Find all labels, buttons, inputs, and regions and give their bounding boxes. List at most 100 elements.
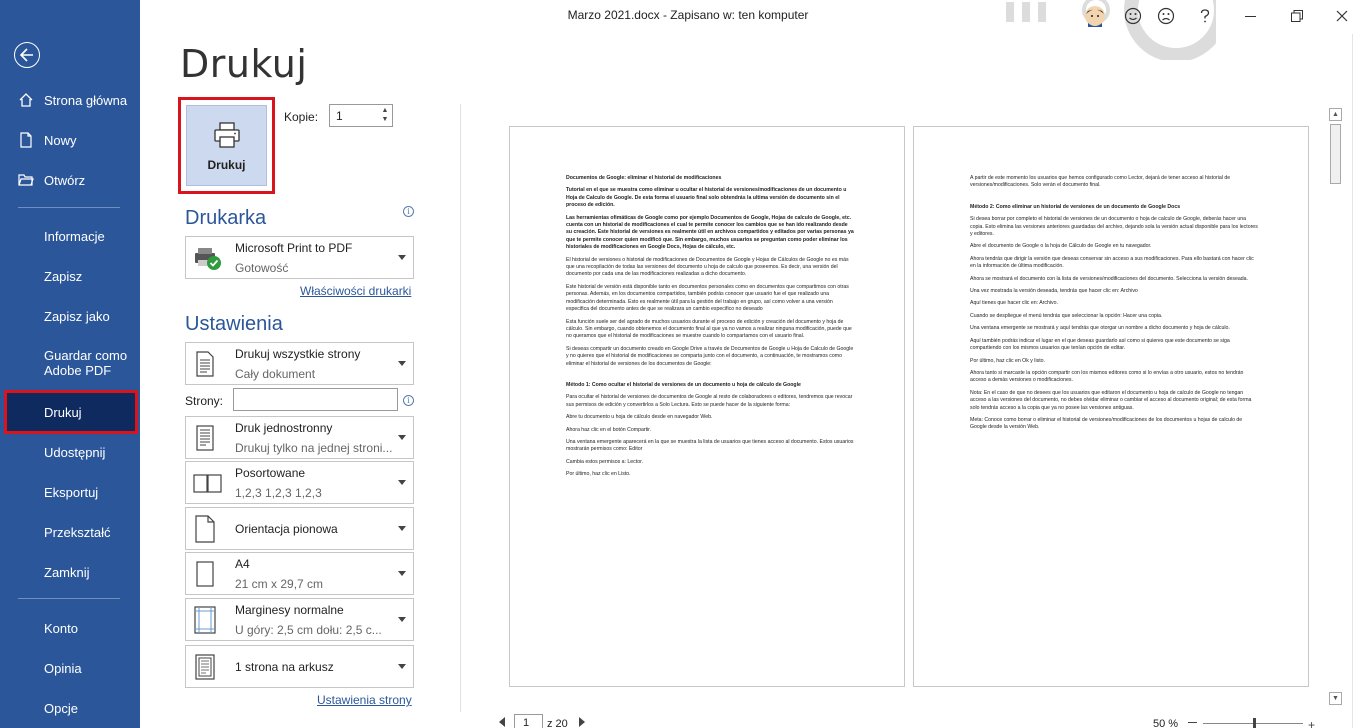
duplex-select[interactable]: Druk jednostronny Drukuj tylko na jednej…: [185, 416, 414, 459]
back-arrow-icon[interactable]: [14, 42, 40, 68]
zoom-out-icon[interactable]: [1188, 722, 1197, 723]
backstage-sidebar: Strona główna Nowy Otwórz Informacje Zap…: [0, 0, 140, 728]
info-icon[interactable]: i: [403, 206, 414, 217]
printer-properties-link[interactable]: Właściwości drukarki: [300, 284, 411, 298]
previous-page-icon[interactable]: [499, 717, 505, 727]
nav-home[interactable]: Strona główna: [0, 82, 140, 118]
nav-home-label: Strona główna: [44, 92, 128, 108]
page-title: Drukuj: [180, 42, 308, 86]
preview-paragraph: Una ventana emergente aparecerá en la qu…: [566, 438, 854, 453]
nav-export[interactable]: Eksportuj: [0, 474, 140, 510]
preview-page-2-text: A partir de este momento los usuarios qu…: [970, 175, 1258, 437]
nav-options[interactable]: Opcje: [0, 690, 140, 726]
one-sided-icon: [196, 424, 214, 451]
pages-per-sheet-label: 1 strona na arkusz: [235, 659, 334, 674]
chevron-up-icon[interactable]: ▲: [380, 106, 390, 115]
nav-info-label: Informacje: [44, 228, 105, 244]
page-setup-link[interactable]: Ustawienia strony: [317, 693, 412, 707]
dropdown-caret-icon: [398, 254, 406, 260]
printer-ready-icon: [195, 247, 221, 270]
nav-print[interactable]: Drukuj: [4, 390, 138, 434]
copies-stepper[interactable]: 1 ▲ ▼: [329, 104, 393, 127]
title-bar: Marzo 2021.docx - Zapisano w: ten komput…: [140, 0, 1366, 60]
orientation-label: Orientacja pionowa: [235, 521, 338, 536]
preview-paragraph: Meta: Conoce como borrar o eliminar el h…: [970, 416, 1243, 431]
close-window-icon[interactable]: [1333, 7, 1351, 25]
preview-paragraph: Nota: En el caso de que no desees que lo…: [970, 389, 1252, 411]
scroll-down-icon[interactable]: ▼: [1329, 692, 1342, 705]
smile-feedback-icon[interactable]: [1124, 7, 1142, 25]
settings-heading: Ustawienia: [185, 313, 283, 335]
nav-transform[interactable]: Przekształć: [0, 514, 140, 550]
frown-feedback-icon[interactable]: [1157, 7, 1175, 25]
page-number-input[interactable]: 1: [514, 714, 543, 728]
all-pages-icon: [196, 350, 214, 377]
copies-spin-buttons[interactable]: ▲ ▼: [380, 106, 390, 124]
nav-open[interactable]: Otwórz: [0, 162, 140, 198]
margins-label: Marginesy normalne: [235, 603, 344, 617]
zoom-in-icon[interactable]: +: [1308, 718, 1315, 728]
dropdown-caret-icon: [398, 570, 406, 576]
preview-paragraph: Esta función suele ser del agrado de muc…: [566, 318, 852, 340]
zoom-slider-thumb[interactable]: [1253, 718, 1256, 728]
nav-share[interactable]: Udostępnij: [0, 434, 140, 470]
pages-label: Strony:: [185, 394, 224, 408]
pages-per-sheet-select[interactable]: 1 strona na arkusz: [185, 645, 414, 688]
user-avatar[interactable]: [1084, 5, 1106, 27]
nav-info[interactable]: Informacje: [0, 218, 140, 254]
duplex-detail: Drukuj tylko na jednej stroni...: [235, 441, 393, 455]
nav-share-label: Udostępnij: [44, 444, 106, 460]
nav-close[interactable]: Zamknij: [0, 554, 140, 590]
duplex-label: Druk jednostronny: [235, 421, 333, 435]
printer-status: Gotowość: [235, 261, 289, 275]
collation-select[interactable]: Posortowane 1,2,3 1,2,3 1,2,3: [185, 461, 414, 504]
printer-select[interactable]: Microsoft Print to PDF Gotowość: [185, 236, 414, 279]
nav-open-label: Otwórz: [44, 172, 86, 188]
print-range-detail: Cały dokument: [235, 367, 316, 381]
preview-paragraph: Si desea borrar por completo el historia…: [970, 216, 1258, 238]
nav-account[interactable]: Konto: [0, 610, 140, 646]
print-button-highlight: Drukuj: [178, 97, 275, 194]
nav-save-adobe-pdf[interactable]: Guardar como Adobe PDF: [0, 341, 140, 385]
nav-save-as-label: Zapisz jako: [44, 308, 110, 324]
info-icon[interactable]: i: [403, 395, 414, 406]
preview-paragraph: Una vez mostrada la versión deseada, ten…: [970, 288, 1138, 295]
minimize-icon[interactable]: [1241, 7, 1259, 25]
orientation-select[interactable]: Orientacja pionowa: [185, 507, 414, 550]
nav-save[interactable]: Zapisz: [0, 258, 140, 294]
next-page-icon[interactable]: [579, 717, 585, 727]
sidebar-divider: [18, 207, 120, 208]
restore-icon[interactable]: [1288, 7, 1306, 25]
chevron-down-icon[interactable]: ▼: [380, 115, 390, 124]
preview-paragraph: Método 2: Como eliminar un historial de …: [970, 203, 1181, 210]
dropdown-caret-icon: [398, 525, 406, 531]
preview-paragraph: Tutorial en el que se muestra como elimi…: [566, 187, 847, 209]
copies-value: 1: [336, 109, 343, 123]
paper-size-label: A4: [235, 557, 250, 571]
pages-input[interactable]: [233, 388, 398, 411]
preview-paragraph: Para ocultar el historial de versiones d…: [566, 394, 853, 408]
preview-scrollbar[interactable]: ▲ ▼: [1327, 104, 1344, 708]
scroll-thumb[interactable]: [1330, 124, 1341, 184]
preview-paragraph: Método 1: Como ocultar el historial de v…: [566, 381, 801, 388]
margins-detail: U góry: 2,5 cm dołu: 2,5 c...: [235, 623, 382, 637]
paper-size-select[interactable]: A4 21 cm x 29,7 cm: [185, 552, 414, 595]
scroll-up-icon[interactable]: ▲: [1329, 108, 1342, 121]
preview-paragraph: Documentos de Google: eliminar el histor…: [566, 175, 722, 181]
preview-paragraph: Cuando se despliegue el menú tendrás que…: [970, 312, 1163, 319]
nav-save-as[interactable]: Zapisz jako: [0, 298, 140, 334]
print-button-label: Drukuj: [207, 158, 246, 172]
new-document-icon: [20, 132, 32, 148]
nav-new[interactable]: Nowy: [0, 122, 140, 158]
home-icon: [19, 93, 33, 107]
print-button[interactable]: Drukuj: [186, 105, 267, 186]
printer-name: Microsoft Print to PDF: [235, 241, 353, 255]
help-icon[interactable]: [1196, 7, 1214, 25]
print-range-select[interactable]: Drukuj wszystkie strony Cały dokument: [185, 342, 414, 385]
print-preview[interactable]: Documentos de Google: eliminar el histor…: [461, 104, 1327, 716]
nav-feedback[interactable]: Opinia: [0, 650, 140, 686]
nav-new-label: Nowy: [44, 132, 77, 148]
printer-heading: Drukarka: [185, 207, 267, 229]
preview-page-1: Documentos de Google: eliminar el histor…: [509, 126, 905, 687]
margins-select[interactable]: Marginesy normalne U góry: 2,5 cm dołu: …: [185, 598, 414, 641]
